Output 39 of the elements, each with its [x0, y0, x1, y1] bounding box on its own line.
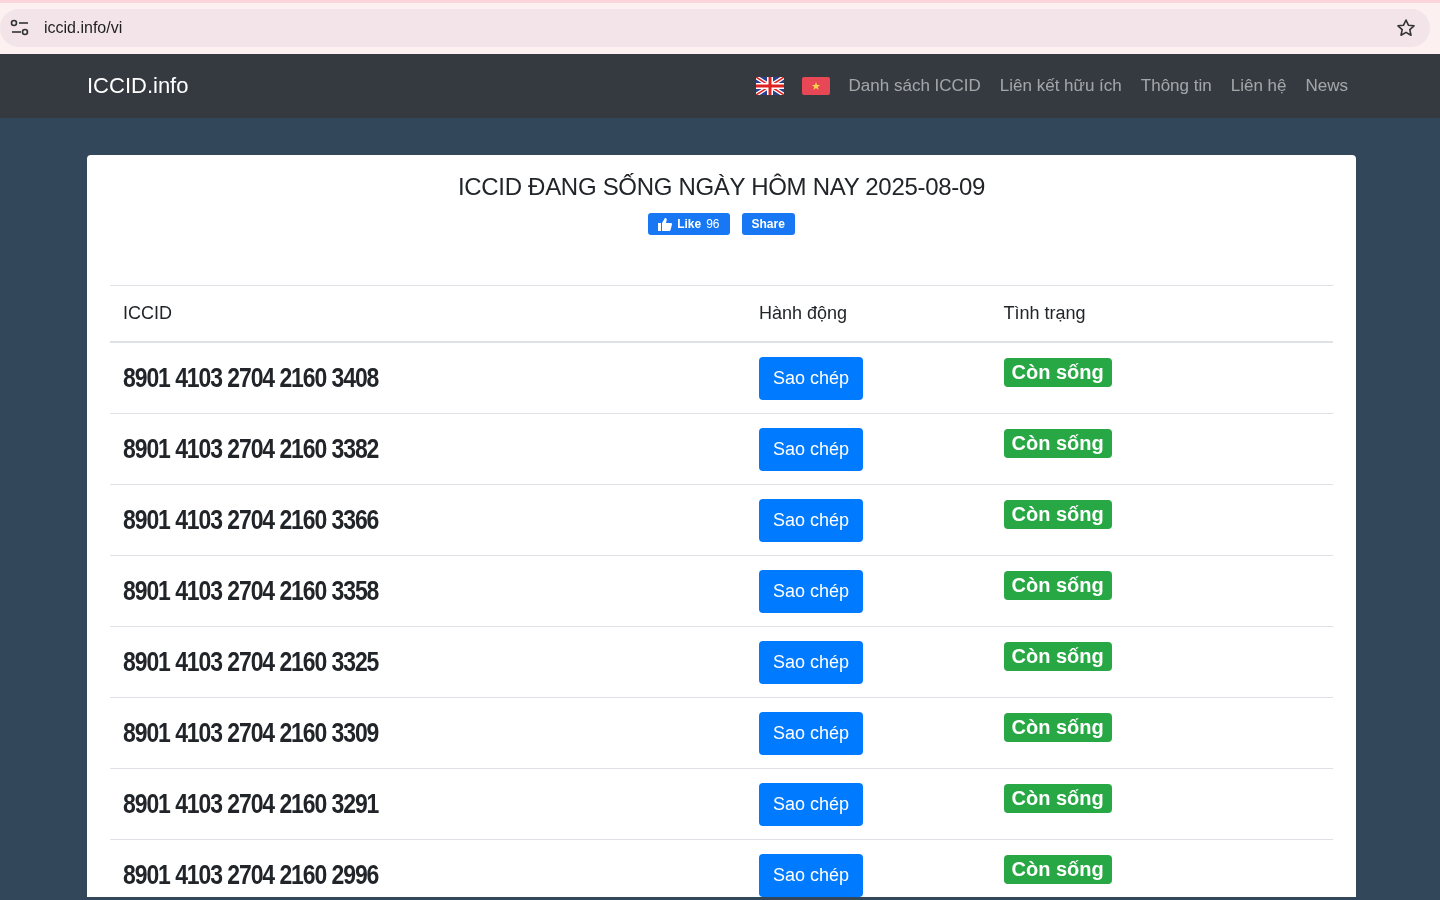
status-badge: Còn sống: [1003, 641, 1112, 671]
status-badge: Còn sống: [1003, 357, 1112, 387]
iccid-number: 8901 4103 2704 2160 2996: [123, 859, 379, 891]
nav-link[interactable]: Thông tin: [1140, 76, 1212, 96]
copy-button[interactable]: Sao chép: [758, 569, 863, 613]
iccid-number: 8901 4103 2704 2160 3382: [123, 433, 379, 465]
copy-button[interactable]: Sao chép: [758, 498, 863, 542]
iccid-number: 8901 4103 2704 2160 3366: [123, 504, 379, 536]
column-header: Hành động: [745, 285, 991, 342]
status-badge: Còn sống: [1003, 712, 1112, 742]
like-count: 96: [706, 217, 720, 231]
page-title: ICCID ĐANG SỐNG NGÀY HÔM NAY 2025-08-09: [456, 173, 987, 201]
like-button[interactable]: Like 96: [648, 213, 730, 235]
status-badge: Còn sống: [1003, 783, 1112, 813]
copy-button[interactable]: Sao chép: [758, 711, 863, 755]
iccid-number: 8901 4103 2704 2160 3408: [123, 362, 379, 394]
status-badge: Còn sống: [1003, 854, 1112, 884]
nav-link[interactable]: News: [1305, 76, 1348, 96]
iccid-number: 8901 4103 2704 2160 3309: [123, 717, 379, 749]
nav-link[interactable]: Danh sách ICCID: [848, 76, 981, 96]
brand-logo-text[interactable]: ICCID.info: [87, 73, 738, 99]
address-bar[interactable]: iccid.info/vi: [0, 9, 1430, 47]
status-badge: Còn sống: [1003, 428, 1112, 458]
url-text: iccid.info/vi: [44, 19, 124, 37]
column-header: ICCID: [110, 285, 746, 342]
nav-link[interactable]: Liên kết hữu ích: [999, 76, 1122, 96]
share-button[interactable]: Share: [741, 213, 795, 235]
copy-button[interactable]: Sao chép: [758, 782, 863, 826]
iccid-number: 8901 4103 2704 2160 3358: [123, 575, 379, 607]
iccid-number: 8901 4103 2704 2160 3325: [123, 646, 379, 678]
status-badge: Còn sống: [1003, 570, 1112, 600]
column-header: Tình trạng: [990, 285, 1333, 342]
nav-link[interactable]: Liên hệ: [1230, 76, 1287, 96]
iccid-number: 8901 4103 2704 2160 3291: [123, 788, 379, 820]
copy-button[interactable]: Sao chép: [758, 853, 863, 897]
status-badge: Còn sống: [1003, 499, 1112, 529]
copy-button[interactable]: Sao chép: [758, 640, 863, 684]
copy-button[interactable]: Sao chép: [758, 427, 863, 471]
copy-button[interactable]: Sao chép: [758, 356, 863, 400]
